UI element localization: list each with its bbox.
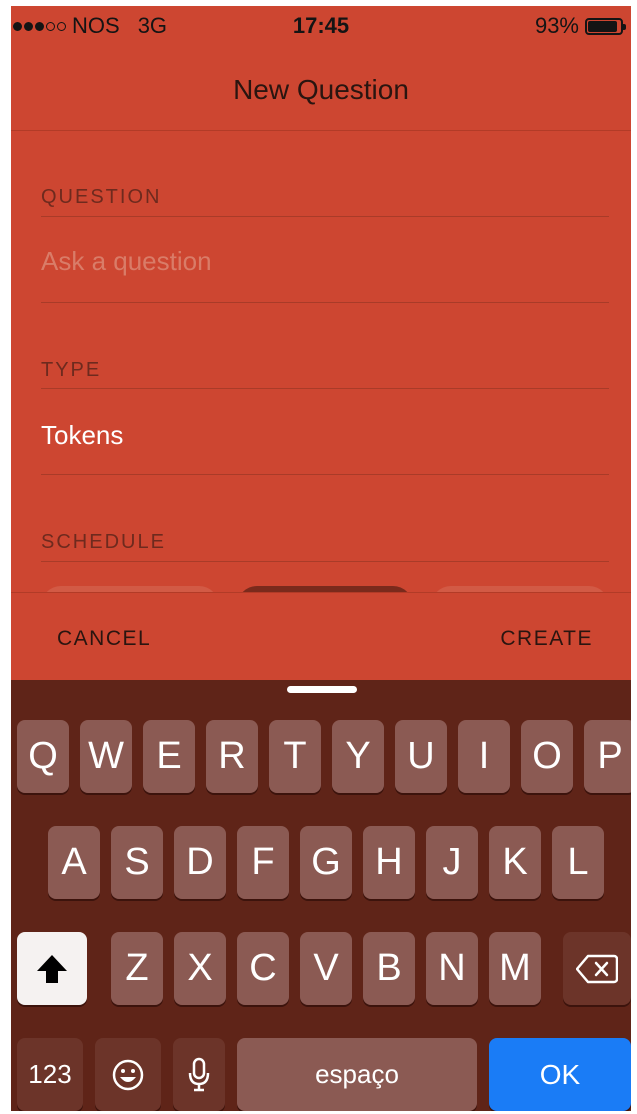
key-o[interactable]: O (521, 720, 573, 793)
divider (41, 474, 609, 475)
create-button[interactable]: CREATE (500, 627, 593, 651)
key-p[interactable]: P (584, 720, 631, 793)
key-c[interactable]: C (237, 932, 289, 1005)
divider (41, 302, 609, 303)
divider (41, 216, 609, 217)
question-input[interactable]: Ask a question (41, 246, 212, 277)
cancel-button[interactable]: CANCEL (57, 627, 151, 651)
keyboard: Q W E R T Y U I O P A S D F G H J K L Z … (11, 680, 631, 1111)
keyboard-handle[interactable] (287, 686, 357, 693)
battery-percent: 93% (534, 13, 579, 38)
key-b[interactable]: B (363, 932, 415, 1005)
key-i[interactable]: I (458, 720, 510, 793)
divider (41, 561, 609, 562)
key-m[interactable]: M (489, 932, 541, 1005)
space-key[interactable]: espaço (237, 1038, 477, 1111)
shift-arrow-icon (37, 954, 67, 983)
schedule-label: SCHEDULE (41, 531, 166, 553)
shift-key[interactable] (17, 932, 87, 1005)
battery-status: 93% (534, 13, 626, 39)
app-screen: NOS 3G 17:45 93% New Question QUESTION A… (11, 6, 631, 1111)
divider (41, 388, 609, 389)
key-u[interactable]: U (395, 720, 447, 793)
mic-key[interactable] (173, 1038, 225, 1111)
key-x[interactable]: X (174, 932, 226, 1005)
backspace-icon (576, 954, 618, 983)
key-h[interactable]: H (363, 826, 415, 899)
key-v[interactable]: V (300, 932, 352, 1005)
key-w[interactable]: W (80, 720, 132, 793)
microphone-icon (188, 1057, 210, 1091)
key-n[interactable]: N (426, 932, 478, 1005)
key-j[interactable]: J (426, 826, 478, 899)
key-z[interactable]: Z (111, 932, 163, 1005)
key-t[interactable]: T (269, 720, 321, 793)
key-q[interactable]: Q (17, 720, 69, 793)
ok-key[interactable]: OK (489, 1038, 631, 1111)
numbers-key[interactable]: 123 (17, 1038, 83, 1111)
action-bar: CANCEL CREATE (11, 592, 631, 681)
delete-key[interactable] (563, 932, 631, 1005)
question-label: QUESTION (41, 186, 162, 208)
navigation-bar: New Question (11, 46, 631, 131)
key-s[interactable]: S (111, 826, 163, 899)
key-l[interactable]: L (552, 826, 604, 899)
key-d[interactable]: D (174, 826, 226, 899)
key-f[interactable]: F (237, 826, 289, 899)
battery-icon (585, 17, 626, 35)
key-r[interactable]: R (206, 720, 258, 793)
status-bar: NOS 3G 17:45 93% (11, 6, 631, 46)
key-e[interactable]: E (143, 720, 195, 793)
key-a[interactable]: A (48, 826, 100, 899)
smiley-icon (112, 1059, 144, 1090)
type-label: TYPE (41, 359, 102, 381)
emoji-key[interactable] (95, 1038, 161, 1111)
key-k[interactable]: K (489, 826, 541, 899)
key-g[interactable]: G (300, 826, 352, 899)
type-selector[interactable]: Tokens (41, 420, 123, 451)
key-y[interactable]: Y (332, 720, 384, 793)
page-title: New Question (233, 74, 409, 105)
